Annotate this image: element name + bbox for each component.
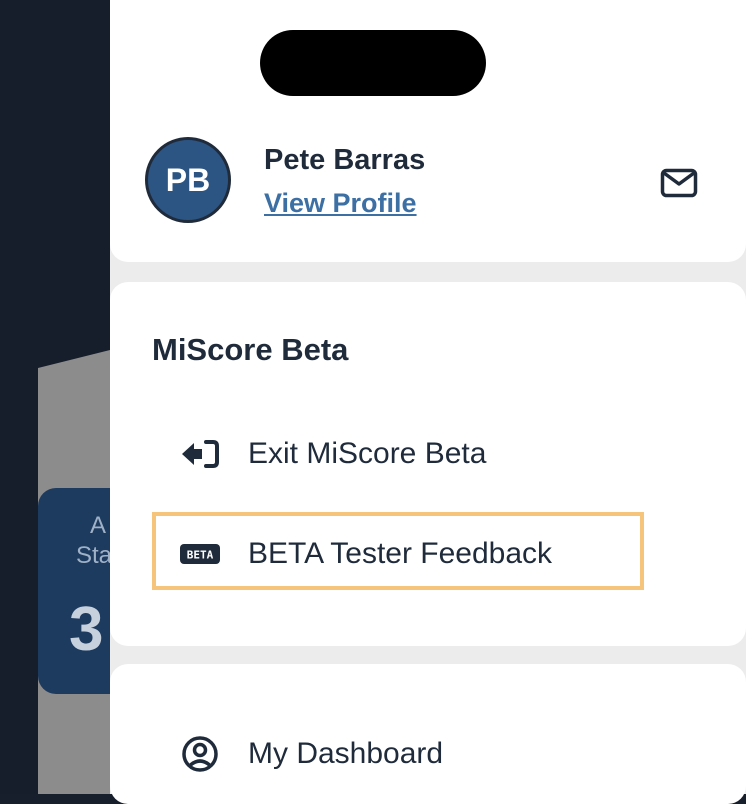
beta-section-card: MiScore Beta Exit MiScore Beta BETA BETA…: [110, 282, 746, 646]
menu-item-label: BETA Tester Feedback: [248, 537, 553, 570]
section-title: MiScore Beta: [152, 332, 349, 367]
exit-icon: [178, 432, 222, 476]
user-name: Pete Barras: [264, 144, 426, 176]
avatar[interactable]: PB: [145, 137, 231, 223]
mail-icon[interactable]: [660, 168, 698, 198]
svg-text:BETA: BETA: [187, 549, 214, 562]
menu-item-label: My Dashboard: [248, 737, 444, 770]
background-card-sublabel: Sta: [76, 542, 113, 569]
menu-item-label: Exit MiScore Beta: [248, 437, 487, 470]
exit-beta-menu-item[interactable]: Exit MiScore Beta: [178, 424, 638, 484]
my-dashboard-menu-item[interactable]: My Dashboard: [178, 724, 638, 784]
navigation-card: My Dashboard: [110, 664, 746, 804]
profile-card: PB Pete Barras View Profile: [110, 0, 746, 262]
beta-feedback-menu-item[interactable]: BETA BETA Tester Feedback: [178, 524, 638, 584]
side-drawer: PB Pete Barras View Profile MiScore Beta…: [110, 0, 746, 804]
camera-notch: [260, 30, 486, 96]
avatar-initials: PB: [165, 161, 211, 198]
view-profile-link[interactable]: View Profile: [264, 188, 417, 219]
user-circle-icon: [178, 732, 222, 776]
beta-badge-icon: BETA: [178, 532, 222, 576]
background-card-label: A: [90, 512, 107, 539]
background-card-value: 3: [69, 595, 104, 664]
